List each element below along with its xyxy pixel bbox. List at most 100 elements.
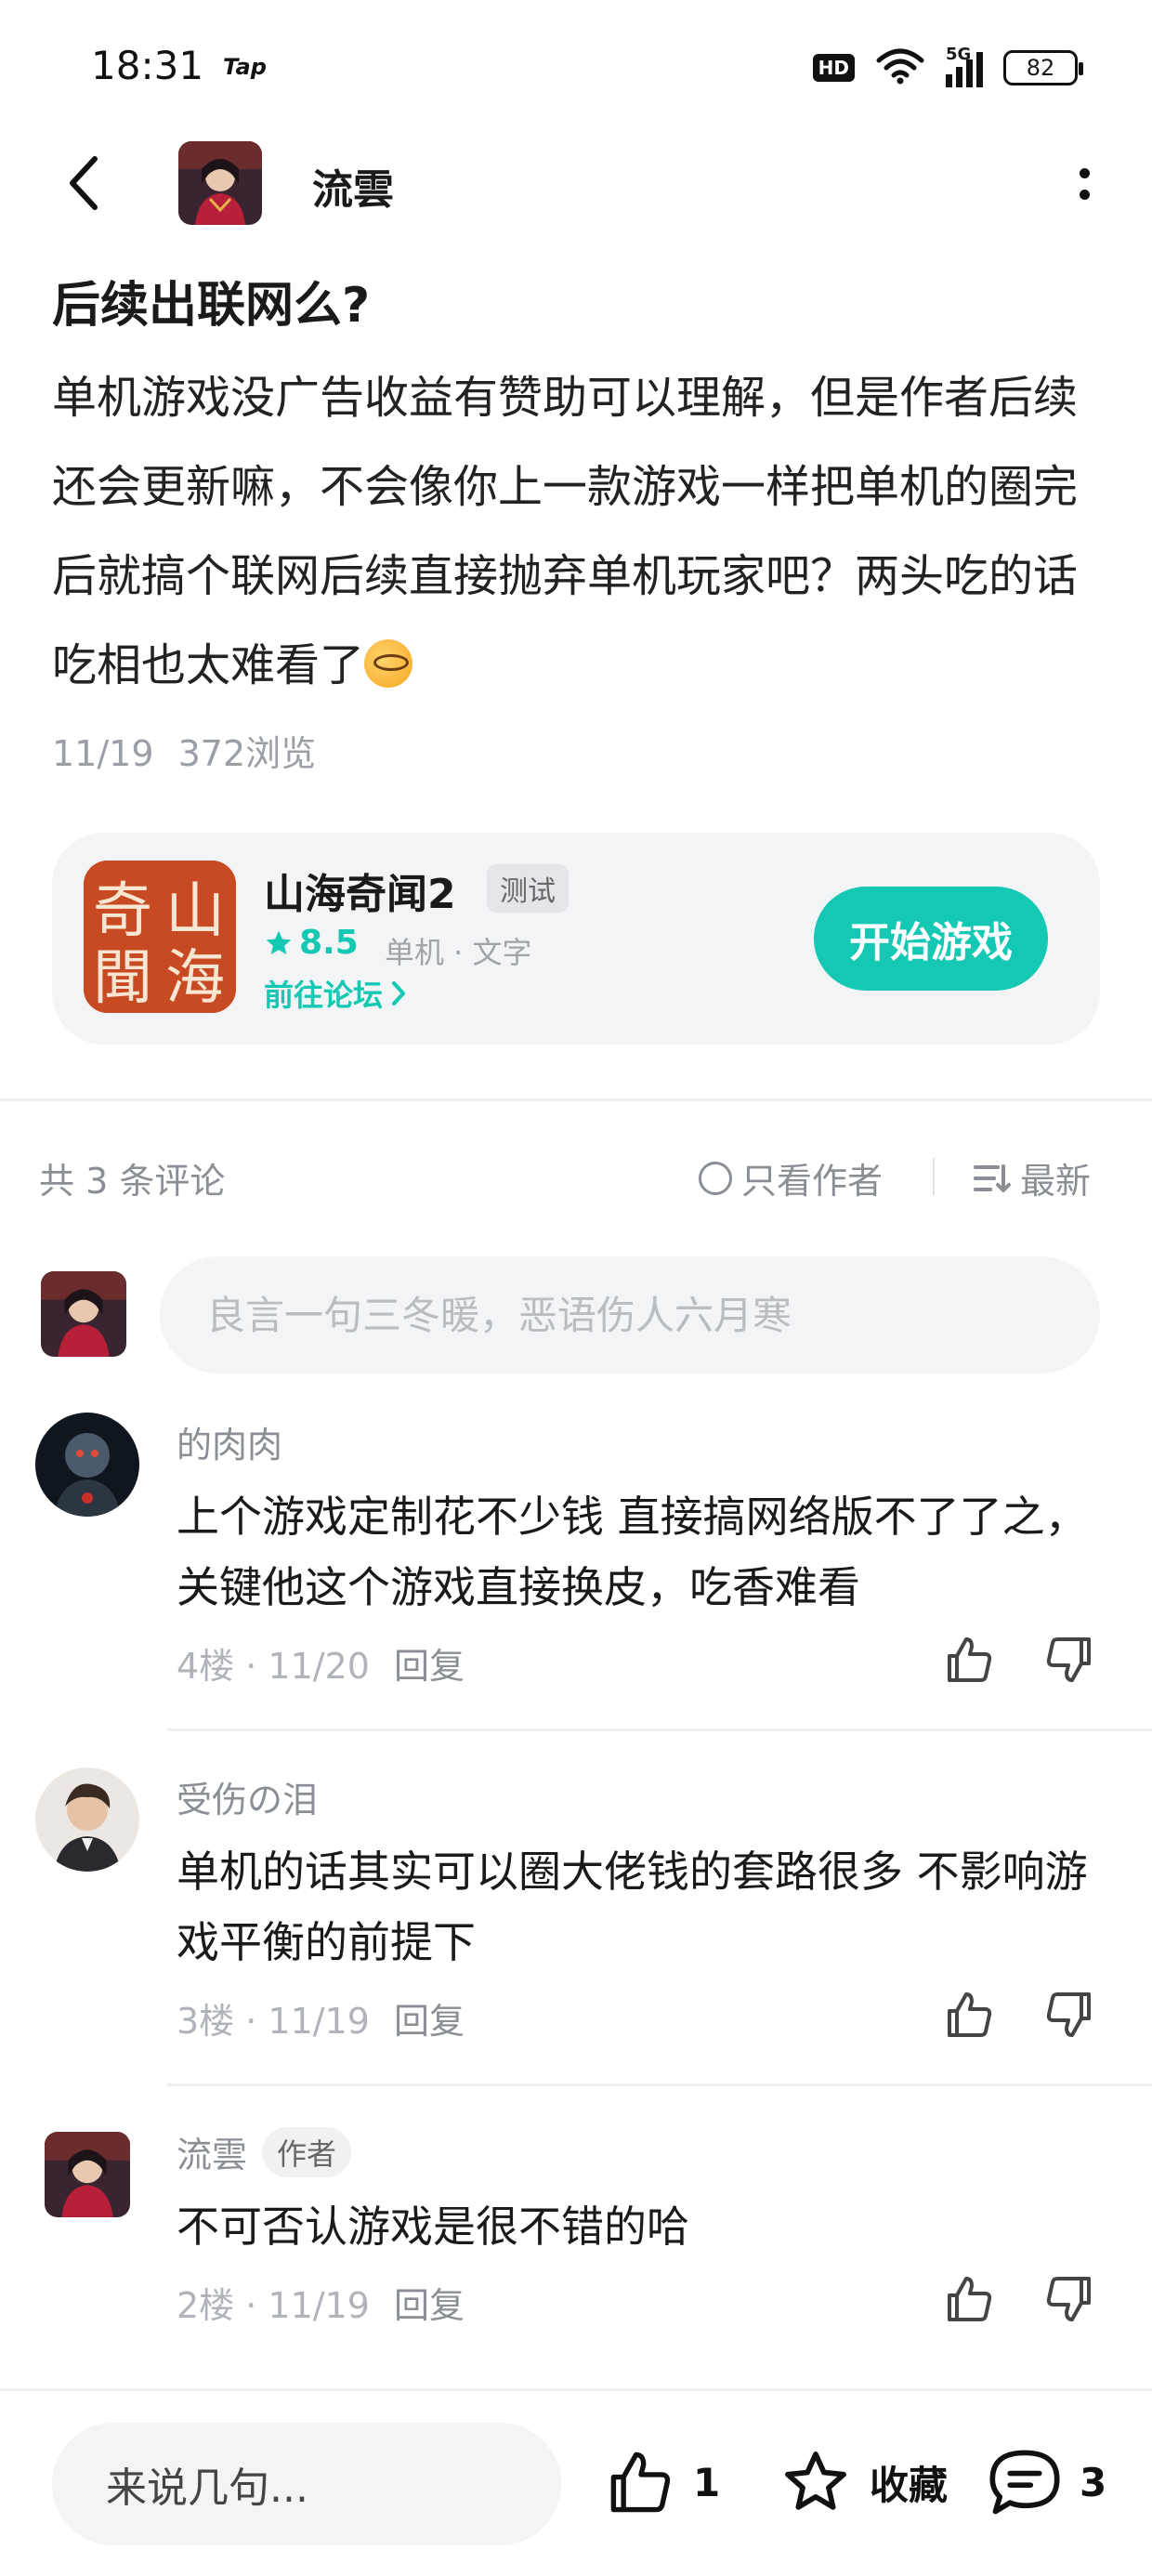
- commenter-avatar[interactable]: [45, 2132, 130, 2217]
- comment-count: 3: [1080, 2459, 1107, 2505]
- author-only-filter[interactable]: 只看作者: [699, 1152, 883, 1203]
- post-like-button[interactable]: 1: [606, 2428, 720, 2536]
- dislike-button[interactable]: [1041, 1987, 1096, 2043]
- thumbs-up-icon: [948, 1992, 992, 2037]
- top-nav: 流雲: [0, 130, 1152, 232]
- game-icon[interactable]: 奇 山 聞 海: [84, 861, 236, 1013]
- battery-icon: 82: [1003, 50, 1083, 85]
- like-button[interactable]: [942, 2271, 998, 2327]
- comment-floor-date: 3楼 · 11/19: [177, 2001, 370, 2042]
- status-icons: HD 5G 82: [812, 45, 1083, 89]
- comments-header: 共 3 条评论 只看作者 最新: [39, 1149, 1098, 1204]
- thumbs-down-icon: [1046, 1992, 1091, 2037]
- sort-label: 最新: [1020, 1161, 1092, 1202]
- forum-link-label: 前往论坛: [264, 978, 384, 1013]
- commenter-name[interactable]: 的肉肉: [177, 1416, 282, 1467]
- like-button[interactable]: [942, 1632, 998, 1688]
- dislike-button[interactable]: [1041, 2271, 1096, 2327]
- signal-5g-icon: 5G: [946, 45, 983, 87]
- author-name[interactable]: 流雲: [312, 156, 394, 216]
- status-bar: 18:31 Tap HD 5G 82: [0, 0, 1152, 130]
- comment-text: 不可否认游戏是很不错的哈: [177, 2201, 689, 2252]
- comment-item: 的肉肉 上个游戏定制花不少钱 直接搞网络版不了了之，关键他这个游戏直接换皮，吃香…: [0, 1413, 1152, 1731]
- favorite-button[interactable]: 收藏: [779, 2428, 948, 2536]
- star-outline-icon: [785, 2451, 846, 2510]
- comments-count: 共 3 条评论: [39, 1161, 226, 1202]
- like-button[interactable]: [942, 1987, 998, 2043]
- back-button[interactable]: [56, 151, 111, 216]
- reply-button[interactable]: 回复: [394, 1992, 465, 2044]
- thumbs-down-icon: [1046, 1637, 1091, 1682]
- game-name[interactable]: 山海奇闻2: [264, 861, 456, 920]
- comment-meta: 2楼 · 11/19 回复: [177, 2277, 465, 2328]
- commenter-avatar[interactable]: [35, 1768, 139, 1872]
- battery-level: 82: [1026, 55, 1055, 81]
- current-user-avatar: [41, 1271, 126, 1357]
- post-date: 11/19: [52, 733, 154, 774]
- comment-text: 单机的话其实可以圈大佬钱的套路很多 不影响游戏平衡的前提下: [177, 1847, 1088, 1967]
- commenter-name[interactable]: 流雲 作者: [177, 2126, 352, 2177]
- comment-bubble-icon: [989, 2450, 1060, 2515]
- reply-input[interactable]: 来说几句...: [52, 2423, 561, 2545]
- radio-circle-icon: [699, 1161, 732, 1195]
- commenter-avatar[interactable]: [35, 1413, 139, 1517]
- reply-button[interactable]: 回复: [394, 1637, 465, 1689]
- dislike-button[interactable]: [1041, 1632, 1096, 1688]
- sort-button[interactable]: 最新: [974, 1152, 1091, 1203]
- post-body-text: 单机游戏没广告收益有赞助可以理解，但是作者后续还会更新嘛，不会像你上一款游戏一样…: [52, 372, 1079, 691]
- star-icon: [266, 930, 292, 954]
- more-options-button[interactable]: [1070, 156, 1098, 212]
- post-body: 单机游戏没广告收益有赞助可以理解，但是作者后续还会更新嘛，不会像你上一款游戏一样…: [52, 353, 1102, 710]
- commenter-name-text: 受伤の泪: [177, 1780, 319, 1820]
- game-card[interactable]: 奇 山 聞 海 山海奇闻2 测试 8.5 单机 · 文字 前往论坛 开始游戏: [52, 833, 1100, 1045]
- section-divider: [0, 1098, 1152, 1101]
- comment-meta: 4楼 · 11/20 回复: [177, 1637, 465, 1689]
- game-icon-char: 山: [165, 877, 225, 946]
- chevron-right-icon: [392, 981, 406, 1005]
- post-views: 372浏览: [177, 733, 317, 774]
- comment-divider: [167, 2083, 1152, 2086]
- start-game-button[interactable]: 开始游戏: [814, 887, 1048, 991]
- comment-meta: 3楼 · 11/19 回复: [177, 1992, 465, 2044]
- taptap-notification-icon: Tap: [223, 54, 267, 80]
- more-dot-icon: [1079, 168, 1090, 178]
- forum-link[interactable]: 前往论坛: [264, 972, 407, 1015]
- rating-value: 8.5: [299, 924, 359, 962]
- chevron-left-icon: [70, 156, 98, 210]
- game-rating: 8.5: [264, 924, 359, 962]
- post-meta: 11/19 372浏览: [52, 725, 316, 776]
- bottom-action-bar: 来说几句... 1 收藏 3: [0, 2388, 1152, 2576]
- comment-divider: [167, 1728, 1152, 1731]
- comment-input[interactable]: [160, 1256, 1100, 1373]
- author-avatar[interactable]: [178, 141, 262, 225]
- divider: [933, 1158, 935, 1195]
- commenter-name-text: 的肉肉: [177, 1425, 283, 1465]
- more-dot-icon: [1079, 190, 1090, 200]
- thumbs-down-icon: [1046, 2277, 1091, 2321]
- hd-icon: HD: [812, 54, 855, 82]
- game-icon-char: 海: [165, 944, 225, 1013]
- status-time: 18:31: [91, 43, 204, 88]
- comment-item: 受伤の泪 单机的话其实可以圈大佬钱的套路很多 不影响游戏平衡的前提下 3楼 · …: [0, 1768, 1152, 2086]
- comment-item: 流雲 作者 不可否认游戏是很不错的哈 2楼 · 11/19 回复: [0, 2123, 1152, 2373]
- thumbs-up-icon: [948, 2277, 992, 2321]
- sort-icon: [974, 1163, 1011, 1192]
- favorite-label: 收藏: [870, 2462, 949, 2508]
- commenter-name-text: 流雲: [177, 2135, 248, 2175]
- game-genre: 单机 · 文字: [385, 935, 532, 970]
- thumbs-up-icon: [948, 1637, 992, 1682]
- reply-button[interactable]: 回复: [394, 2277, 465, 2328]
- comments-button[interactable]: 3: [987, 2428, 1106, 2536]
- embarrassed-emoji-icon: [364, 639, 413, 688]
- author-only-label: 只看作者: [741, 1161, 884, 1202]
- like-count: 1: [693, 2459, 721, 2505]
- comment-text: 上个游戏定制花不少钱 直接搞网络版不了了之，关键他这个游戏直接换皮，吃香难看: [177, 1492, 1088, 1612]
- commenter-name[interactable]: 受伤の泪: [177, 1771, 318, 1822]
- game-icon-char: 奇: [93, 877, 152, 946]
- thumbs-up-icon: [610, 2451, 671, 2513]
- wifi-icon: [875, 47, 925, 88]
- post-title: 后续出联网么?: [52, 278, 371, 334]
- game-status-tag: 测试: [487, 864, 569, 913]
- comment-floor-date: 2楼 · 11/19: [177, 2285, 370, 2326]
- comment-floor-date: 4楼 · 11/20: [177, 1646, 370, 1687]
